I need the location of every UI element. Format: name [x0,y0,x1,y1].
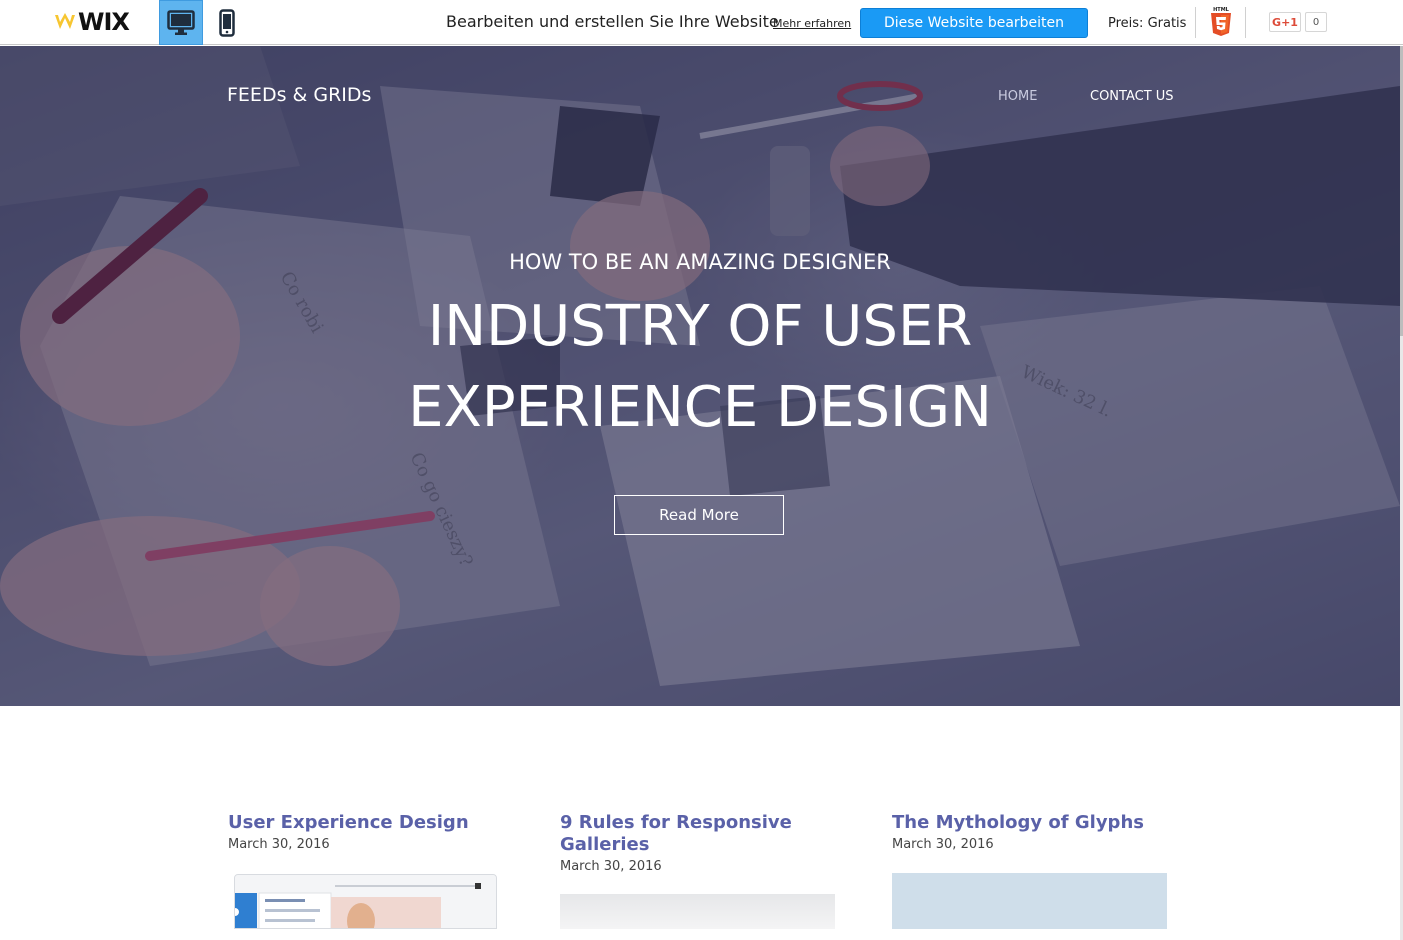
mobile-view-button[interactable] [205,0,249,45]
post-title[interactable]: User Experience Design [228,812,518,834]
post-thumbnail[interactable] [234,874,497,929]
hero-title-line: EXPERIENCE DESIGN [408,375,992,440]
google-plus-widget[interactable]: G+1 0 [1269,12,1327,32]
google-plus-count: 0 [1305,12,1327,32]
desktop-view-button[interactable] [159,0,203,45]
hero-title: INDUSTRY OF USER EXPERIENCE DESIGN [0,286,1400,448]
hero-title-line: INDUSTRY OF USER [427,294,973,359]
post-title[interactable]: The Mythology of Glyphs [892,812,1182,834]
post-thumbnail[interactable] [892,873,1167,929]
post-thumbnail[interactable] [560,894,835,929]
post-date: March 30, 2016 [892,837,994,852]
post-date: March 30, 2016 [228,837,330,852]
learn-more-link[interactable]: Mehr erfahren [773,17,851,30]
website-mockup-image [235,875,496,928]
mobile-phone-icon [219,8,235,37]
nav-item-contact[interactable]: CONTACT US [1090,89,1174,104]
hero-kicker: HOW TO BE AN AMAZING DESIGNER [509,250,891,274]
blog-post-card[interactable]: User Experience Design March 30, 2016 [228,812,518,852]
blog-post-card[interactable]: The Mythology of Glyphs March 30, 2016 [892,812,1182,852]
svg-text:HTML: HTML [1213,7,1230,13]
promo-text: Bearbeiten und erstellen Sie Ihre Websit… [446,12,779,31]
google-plus-button[interactable]: G+1 [1269,12,1301,32]
post-title[interactable]: 9 Rules for Responsive Galleries [560,812,800,856]
hero-section: Co robi Co go cieszy? Wiek: 32 l. FEEDs … [0,46,1400,706]
wix-crown-icon [55,13,75,29]
wix-logo[interactable]: WIX [54,8,130,36]
blog-post-card[interactable]: 9 Rules for Responsive Galleries March 3… [560,812,800,874]
post-date: March 30, 2016 [560,859,662,874]
site-title[interactable]: FEEDs & GRIDs [227,84,371,106]
wix-wordmark: WIX [78,8,130,36]
wix-top-bar: WIX Bearbeiten und erstellen Sie Ihre We… [0,0,1403,45]
read-more-button[interactable]: Read More [614,495,784,535]
desktop-monitor-icon [167,9,195,35]
edit-website-button[interactable]: Diese Website bearbeiten [860,8,1088,38]
divider [1195,7,1196,38]
price-label: Preis: Gratis [1108,16,1187,31]
nav-item-home[interactable]: HOME [998,89,1037,104]
divider [1245,7,1246,38]
html5-badge-icon: HTML [1211,7,1231,36]
